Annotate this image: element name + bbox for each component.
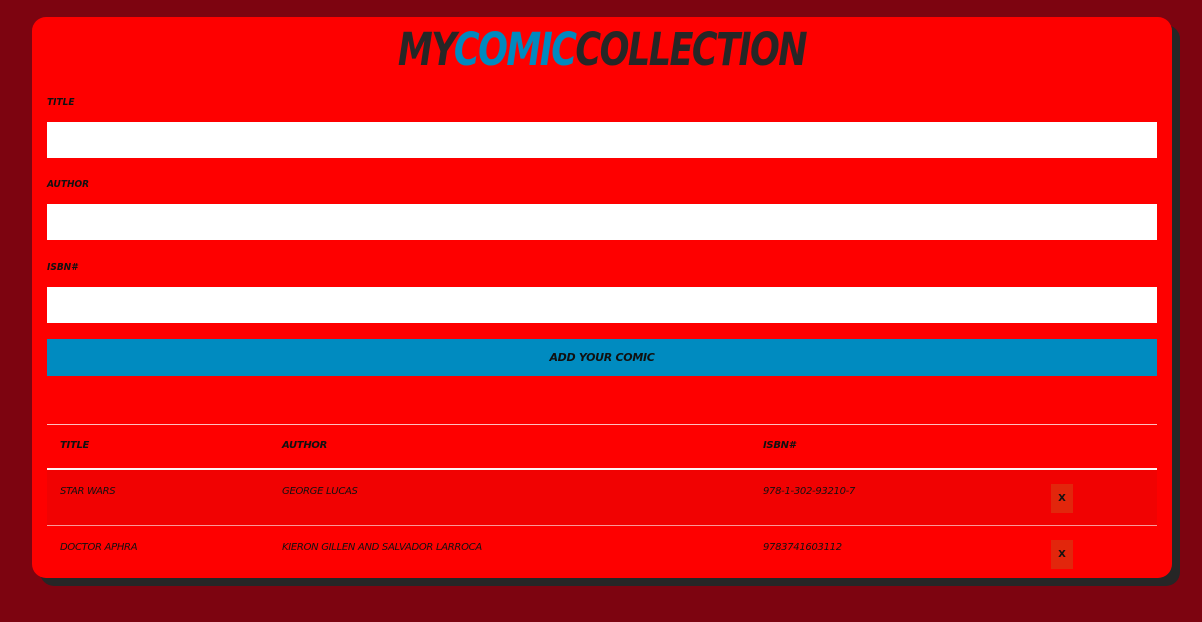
- row-isbn: 9783741603112: [763, 542, 842, 553]
- comic-collection-card: MyComicCollection Title Author ISBN# Add…: [32, 17, 1172, 578]
- title-part-comic: Comic: [453, 23, 577, 76]
- table-header-row: Title Author ISBN#: [47, 425, 1157, 470]
- isbn-input[interactable]: [47, 287, 1157, 323]
- title-part-collection: Collection: [575, 23, 807, 76]
- author-input[interactable]: [47, 204, 1157, 240]
- comic-table: Title Author ISBN# Star Wars George Luca…: [47, 424, 1157, 578]
- row-author: Kieron Gillen and Salvador Larroca: [282, 542, 482, 553]
- app-title: MyComicCollection: [157, 25, 1046, 75]
- row-title: Star Wars: [60, 486, 116, 497]
- row-title: Doctor Aphra: [60, 542, 138, 553]
- title-label: Title: [47, 97, 75, 108]
- title-part-my: My: [397, 23, 456, 76]
- row-author: George Lucas: [282, 486, 358, 497]
- table-row: Doctor Aphra Kieron Gillen and Salvador …: [47, 526, 1157, 578]
- delete-comic-button[interactable]: X: [1051, 540, 1073, 569]
- add-comic-button[interactable]: Add Your Comic: [47, 339, 1157, 376]
- table-row: Star Wars George Lucas 978-1-302-93210-7…: [47, 470, 1157, 526]
- column-header-title: Title: [60, 440, 90, 451]
- delete-comic-button[interactable]: X: [1051, 484, 1073, 513]
- row-isbn: 978-1-302-93210-7: [763, 486, 856, 497]
- column-header-isbn: ISBN#: [763, 440, 796, 451]
- isbn-label: ISBN#: [47, 262, 78, 273]
- title-input[interactable]: [47, 122, 1157, 158]
- column-header-author: Author: [282, 440, 328, 451]
- author-label: Author: [47, 179, 90, 190]
